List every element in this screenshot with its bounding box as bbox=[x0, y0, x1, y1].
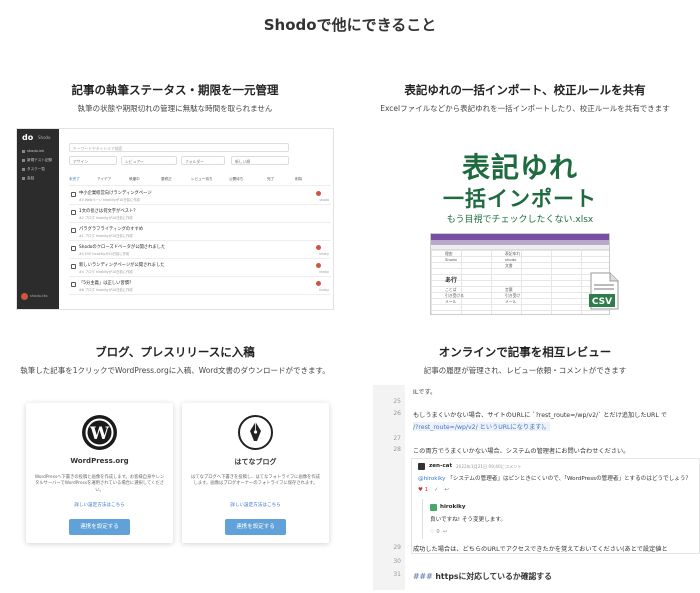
list-item[interactable]: 新しいランディングページが公開されました #4 ブログ hirokikyが10日前… bbox=[69, 261, 331, 277]
comment-date: 2022年3月21日 09:40にコメント bbox=[456, 464, 522, 469]
line-number: 28 bbox=[393, 446, 401, 453]
feature-title-status: 記事の執筆ステータス・期限を一元管理 bbox=[71, 83, 279, 97]
service-name: WordPress.org bbox=[70, 457, 129, 465]
filter-assign[interactable]: アサイン bbox=[69, 156, 117, 165]
check-icon[interactable]: ✓ bbox=[434, 487, 439, 493]
line-number: 27 bbox=[393, 435, 401, 442]
line-number: 30 bbox=[393, 558, 401, 565]
comment-thread: zen-cat 2022年3月21日 09:40にコメント @hirokiky … bbox=[411, 458, 700, 554]
tab-writing[interactable]: 執筆中 bbox=[129, 177, 140, 182]
avatar bbox=[430, 504, 437, 511]
service-description: WordPressへ下書きの投稿と画像を作成します。お客様自身やレンタルサーバー… bbox=[34, 475, 165, 493]
tab-idea[interactable]: アイデア bbox=[97, 177, 111, 182]
setup-guide-link[interactable]: 詳しい設定方法はこちら bbox=[26, 502, 173, 508]
list-item[interactable]: Shodoのクローズドベータが公開されました #5 EVE hirokikyが10… bbox=[69, 243, 331, 259]
comment-author: zen-cat bbox=[429, 463, 453, 469]
sidebar-item[interactable]: shodo.ink bbox=[22, 149, 44, 153]
tab-incomplete[interactable]: 未完了 bbox=[69, 177, 80, 182]
page-title: Shodoで他にできること bbox=[263, 16, 437, 34]
editor-line: この両方でうまくいかない場合、システムの管理者にお問い合わせください。 bbox=[413, 448, 630, 455]
list-item[interactable]: 中小企業経営向けランディングページ #3 Webページ hirokikyが10日前… bbox=[69, 189, 331, 205]
feature-subtitle-review: 記事の履歴が管理され、レビュー依頼・コメントができます bbox=[423, 366, 627, 375]
editor-line: もしうまくいかない場合、サイトのURLに `?rest_route=/wp/v2… bbox=[413, 412, 667, 419]
feature-title-publish: ブログ、プレスリリースに入稿 bbox=[95, 345, 255, 359]
list-item[interactable]: 「5分主義」は正しい習慣？ #6 ブログ hirokikyが10日前に作成 hiro… bbox=[69, 279, 331, 295]
editor-line: /?rest_route=/wp/v2/ というURLになります)。 bbox=[413, 422, 551, 431]
sidebar-item[interactable]: タスク一覧 bbox=[22, 167, 45, 172]
feature-subtitle-status: 執筆の状態や期限切れの管理に無駄な時間を取られません bbox=[77, 104, 273, 113]
fountain-pen-icon bbox=[238, 415, 273, 450]
heart-icon[interactable]: ♡ bbox=[430, 529, 435, 535]
tab-deleted[interactable]: 削除 bbox=[295, 177, 302, 182]
sort-select[interactable]: 新しい順 bbox=[231, 156, 289, 165]
setup-integration-button[interactable]: 連携を設定する bbox=[225, 519, 286, 535]
app-logo-text: Shodo bbox=[38, 135, 51, 140]
comment-author: hirokiky bbox=[440, 504, 466, 510]
csv-file-icon: CSV bbox=[589, 272, 619, 310]
setup-integration-button[interactable]: 連携を設定する bbox=[69, 519, 130, 535]
sidebar-item[interactable]: 新規テスト記録 bbox=[22, 158, 52, 163]
filter-reviewer[interactable]: レビュアー bbox=[121, 156, 177, 165]
feature-subtitle-import: Excelファイルなどから表記ゆれを一括インポートしたり、校正ルールを共有できま… bbox=[380, 104, 670, 113]
comment-text: @hirokiky 「システムの管理者」はピンときにくいので、「WordPres… bbox=[418, 476, 692, 482]
heart-icon[interactable]: ♥ bbox=[418, 487, 423, 493]
search-input[interactable]: キーワードやタイトルで検索 bbox=[69, 143, 289, 152]
publish-card-hatena: はてなブログ はてなブログへ下書きを投稿し、はてなフォトライフに画像を作成します… bbox=[182, 403, 329, 543]
app-sidebar: do Shodo shodo.ink 新規テスト記録 タスク一覧 会話 shod… bbox=[17, 129, 59, 309]
line-number: 29 bbox=[393, 544, 401, 551]
tab-done[interactable]: 完了 bbox=[267, 177, 274, 182]
spreadsheet-preview: 理由 表記ゆれ Shodo shodo 文書 あ行 ことば 言葉 引き受ける 引… bbox=[430, 233, 610, 315]
avatar bbox=[418, 463, 425, 470]
tab-review[interactable]: レビュー待ち bbox=[191, 177, 213, 182]
list-item[interactable]: 1文の長さは何文字がベスト？ #2 ブログ hirokikyが10日前に作成 bbox=[69, 207, 331, 223]
feature-title-import: 表記ゆれの一括インポート、校正ルールを共有 bbox=[404, 83, 646, 97]
app-logo: do bbox=[22, 133, 34, 142]
list-item[interactable]: パラグラフライティングのすすめ #1 ブログ hirokikyが10日前に作成 bbox=[69, 225, 331, 241]
comment-actions: ♥ 1 ✓ ↩ bbox=[418, 487, 450, 493]
comment-actions: ♡ 0 ↩ bbox=[430, 529, 448, 535]
app-screenshot: do Shodo shodo.ink 新規テスト記録 タスク一覧 会話 shod… bbox=[16, 128, 334, 310]
user-name: shodo-tks bbox=[30, 294, 48, 298]
svg-text:W: W bbox=[89, 424, 110, 444]
line-number: 26 bbox=[393, 410, 401, 417]
app-content: キーワードやタイトルで検索 アサイン レビュアー フォルダー 新しい順 未完了 … bbox=[61, 129, 333, 309]
feature-subtitle-publish: 執筆した記事を1クリックでWordPress.orgに入稿、Word文書のダウン… bbox=[20, 366, 330, 375]
service-name: はてなブログ bbox=[234, 458, 277, 466]
import-subheadline: 一括インポート bbox=[443, 187, 597, 211]
setup-guide-link[interactable]: 詳しい設定方法はこちら bbox=[182, 502, 329, 508]
status-tabs: 未完了 アイデア 執筆中 要修正 レビュー待ち 公開待ち 完了 削除 bbox=[69, 176, 331, 186]
tab-revision[interactable]: 要修正 bbox=[161, 177, 172, 182]
service-description: はてなブログへ下書きを投稿し、はてなフォトライフに画像を作成します。画像はブログ… bbox=[191, 475, 320, 487]
filter-folder[interactable]: フォルダー bbox=[181, 156, 225, 165]
wordpress-logo-icon: W bbox=[82, 415, 117, 450]
feature-title-review: オンラインで記事を相互レビュー bbox=[438, 345, 612, 359]
reply-icon[interactable]: ↩ bbox=[445, 487, 450, 493]
import-headline: 表記ゆれ bbox=[461, 151, 578, 184]
comment-text: 良いですね! そう変更します。 bbox=[430, 517, 507, 523]
editor-line: ILです。 bbox=[413, 389, 437, 396]
markdown-heading: ### httpsに対応しているか確認する bbox=[413, 572, 552, 581]
line-number: 31 bbox=[393, 571, 401, 578]
import-filename: もう目視でチェックしたくない.xlsx bbox=[446, 215, 594, 225]
reply-icon[interactable]: ↩ bbox=[443, 529, 447, 535]
publish-card-wordpress: W WordPress.org WordPressへ下書きの投稿と画像を作成しま… bbox=[26, 403, 173, 543]
csv-label: CSV bbox=[592, 297, 612, 307]
tab-publish-wait[interactable]: 公開待ち bbox=[229, 177, 243, 182]
editor-line: 成功した場合は、どちらのURLでアクセスできたかを覚えておいてください(あとで設… bbox=[413, 546, 668, 553]
avatar[interactable] bbox=[21, 293, 28, 300]
line-number: 25 bbox=[393, 398, 401, 405]
review-editor: ILです。 25 26 もしうまくいかない場合、サイトのURLに `?rest_… bbox=[373, 385, 700, 590]
sidebar-item[interactable]: 会話 bbox=[22, 176, 34, 181]
